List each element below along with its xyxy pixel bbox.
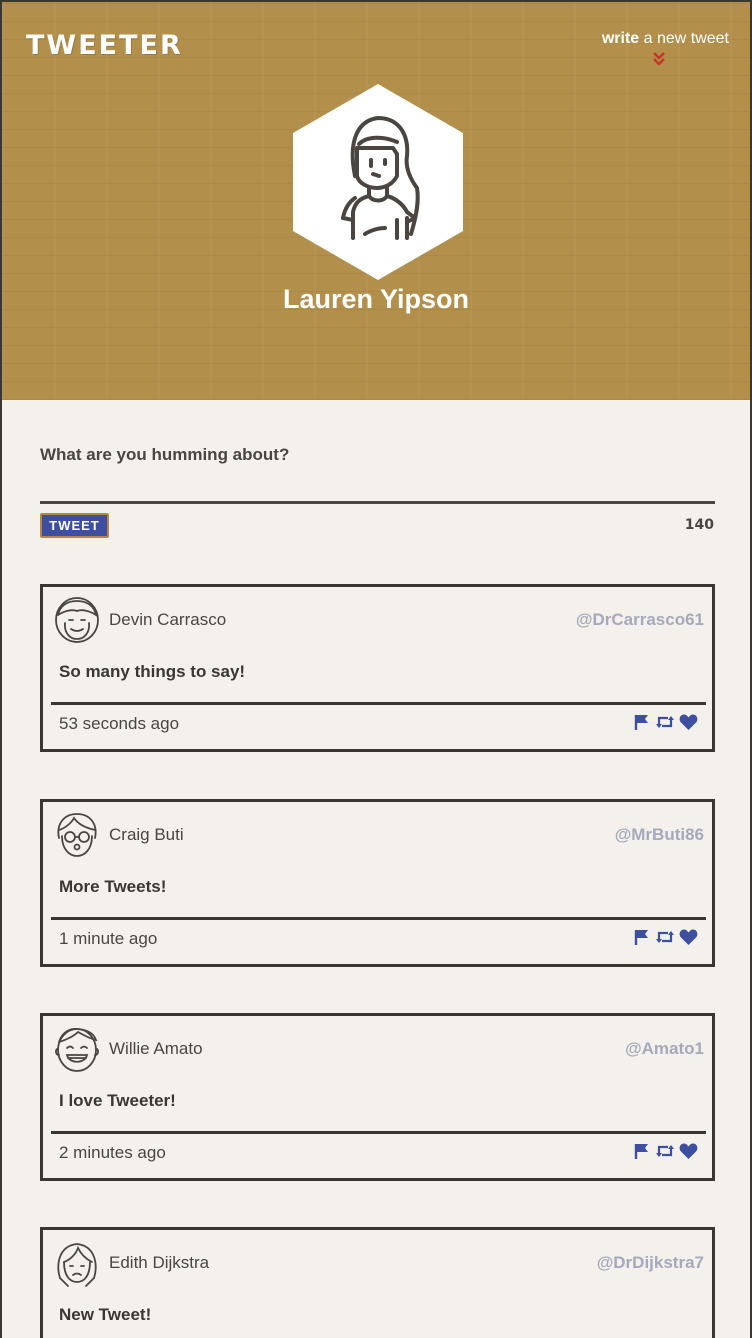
- laughing-avatar-icon: [55, 1027, 99, 1072]
- tweet-actions: [633, 928, 698, 946]
- heart-icon[interactable]: [679, 713, 698, 731]
- tweet-divider: [51, 702, 706, 705]
- tweet-author-handle[interactable]: @Amato1: [625, 1039, 704, 1059]
- character-counter: 140: [684, 517, 714, 533]
- tweet-author-name: Edith Dijkstra: [109, 1253, 210, 1272]
- tweet-timestamp: 53 seconds ago: [59, 714, 180, 733]
- write-link-bold: write: [601, 30, 640, 47]
- tweet-card: Willie Amato @Amato1 I love Tweeter! 2 m…: [40, 1013, 715, 1181]
- tweet-text: So many things to say!: [59, 662, 246, 681]
- write-link-rest: a new tweet: [639, 30, 729, 47]
- profile-avatar-icon: [293, 84, 463, 280]
- tweet-timestamp: 2 minutes ago: [59, 1143, 166, 1162]
- tweet-author-name: Craig Buti: [109, 825, 184, 844]
- tweet-author-name: Devin Carrasco: [109, 610, 227, 629]
- tweet-author-handle[interactable]: @MrButi86: [615, 825, 704, 845]
- glasses-avatar-icon: [57, 813, 97, 857]
- tweet-divider: [51, 1131, 706, 1134]
- tweet-card: Craig Buti @MrButi86 More Tweets! 1 minu…: [40, 799, 715, 967]
- compose-textarea[interactable]: [40, 501, 715, 504]
- compose-prompt[interactable]: What are you humming about?: [40, 445, 289, 465]
- tweet-timestamp: 1 minute ago: [59, 929, 158, 948]
- brand-logo[interactable]: TWEETER: [26, 30, 183, 61]
- tweet-actions: [633, 713, 698, 731]
- woman-avatar-icon: [57, 1243, 97, 1287]
- flag-icon[interactable]: [633, 713, 651, 731]
- write-new-tweet-link[interactable]: write a new tweet: [602, 30, 729, 48]
- tweet-submit-button[interactable]: TWEET: [40, 513, 109, 538]
- man-avatar-icon: [55, 597, 99, 643]
- flag-icon[interactable]: [633, 1142, 651, 1160]
- tweet-divider: [51, 917, 706, 920]
- tweet-actions: [633, 1142, 698, 1160]
- retweet-icon[interactable]: [655, 713, 675, 731]
- profile-header: TWEETER write a new tweet Lauren Yipson: [2, 0, 750, 400]
- profile-name: Lauren Yipson: [282, 284, 470, 314]
- tweet-text: I love Tweeter!: [59, 1091, 176, 1110]
- tweet-card: Edith Dijkstra @DrDijkstra7 New Tweet!: [40, 1227, 715, 1338]
- tweet-author-name: Willie Amato: [109, 1039, 203, 1058]
- flag-icon[interactable]: [633, 928, 651, 946]
- retweet-icon[interactable]: [655, 1142, 675, 1160]
- tweet-text: More Tweets!: [59, 877, 167, 896]
- tweet-text: New Tweet!: [59, 1305, 152, 1324]
- heart-icon[interactable]: [679, 1142, 698, 1160]
- tweet-card: Devin Carrasco @DrCarrasco61 So many thi…: [40, 584, 715, 752]
- tweet-author-handle[interactable]: @DrCarrasco61: [576, 610, 704, 630]
- double-chevron-down-icon[interactable]: [652, 51, 666, 67]
- tweet-author-handle[interactable]: @DrDijkstra7: [597, 1253, 704, 1273]
- heart-icon[interactable]: [679, 928, 698, 946]
- retweet-icon[interactable]: [655, 928, 675, 946]
